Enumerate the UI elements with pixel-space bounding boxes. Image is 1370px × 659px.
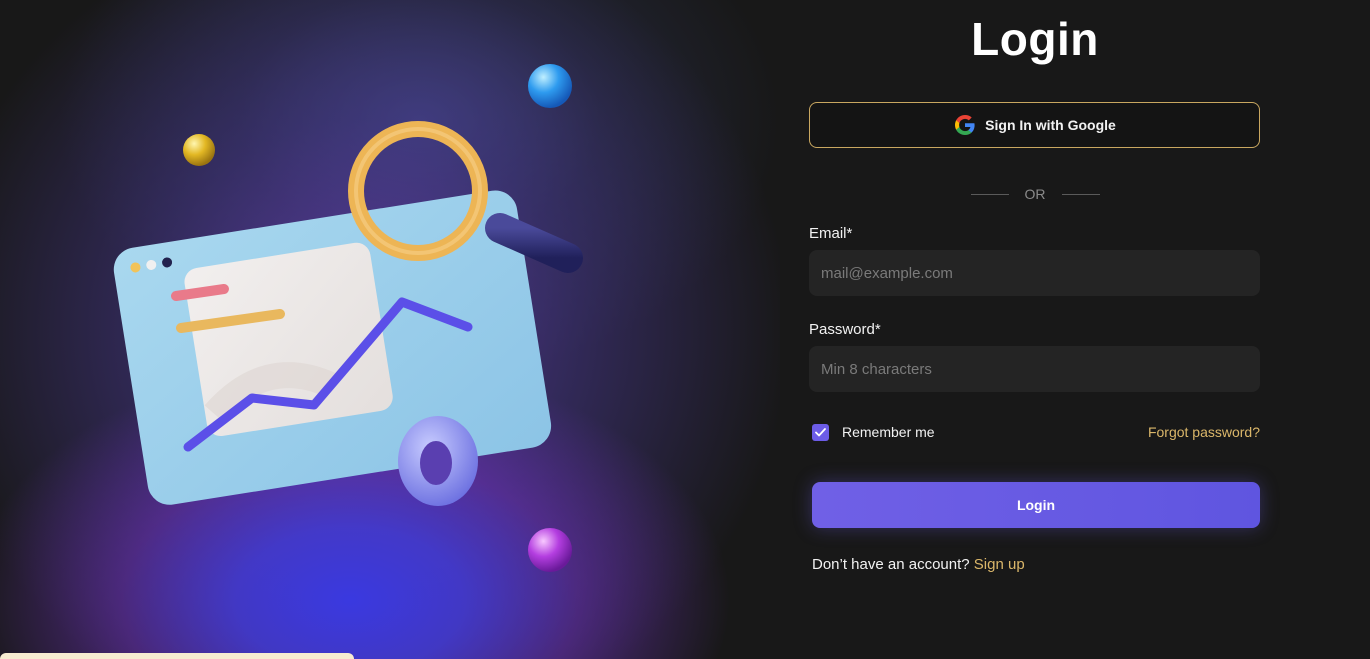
toast-notification-edge (0, 653, 354, 659)
google-button-label: Sign In with Google (985, 117, 1116, 133)
separator-line-left (970, 193, 1009, 195)
remember-me-label: Remember me (842, 424, 935, 440)
signup-prompt: Don’t have an account? Sign up (812, 556, 1025, 573)
email-label: Email* (809, 225, 853, 242)
password-label: Password* (809, 321, 881, 338)
google-icon (953, 113, 977, 137)
analytics-search-illustration (113, 64, 583, 572)
hero-illustration-panel (0, 0, 780, 659)
or-separator: OR (808, 184, 1262, 204)
remember-row: Remember me Forgot password? (812, 422, 1260, 442)
password-field[interactable] (809, 346, 1260, 392)
google-sign-in-button[interactable]: Sign In with Google (809, 102, 1260, 148)
login-button[interactable]: Login (812, 482, 1260, 528)
blue-sphere-shape (528, 64, 572, 108)
signup-prompt-text: Don’t have an account? (812, 556, 970, 573)
magnifier-shape (348, 121, 583, 273)
purple-sphere-shape (528, 528, 572, 572)
forgot-password-link[interactable]: Forgot password? (1148, 424, 1260, 440)
separator-text: OR (1024, 186, 1046, 202)
email-field[interactable] (809, 250, 1260, 296)
pink-bar-shape (171, 284, 229, 301)
torus-shape (398, 416, 478, 506)
checkmark-icon (815, 427, 826, 436)
separator-line-right (1061, 193, 1100, 195)
signup-link[interactable]: Sign up (974, 556, 1025, 573)
page-title: Login (971, 13, 1099, 65)
remember-me-checkbox[interactable] (812, 423, 829, 441)
gold-sphere-shape (183, 134, 215, 166)
